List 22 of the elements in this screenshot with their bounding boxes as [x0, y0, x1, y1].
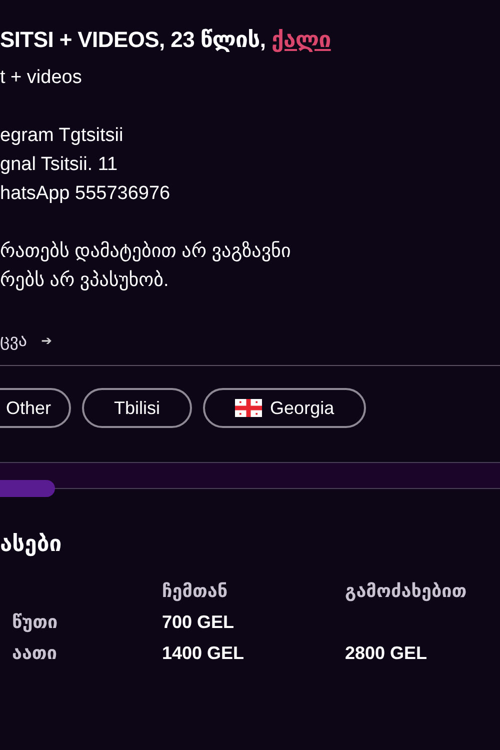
- gender-link[interactable]: ქალი: [271, 27, 331, 52]
- description-line: t + videos: [0, 66, 83, 90]
- description-line: რებს არ ვპასუხობ.: [0, 269, 170, 293]
- description-line: gnal Tsitsii. 11: [0, 153, 119, 177]
- tag-chip[interactable]: Other: [0, 388, 72, 428]
- price-cell-text: 1400 GEL: [162, 643, 246, 664]
- description-line: egram Tgtsitsii: [0, 124, 124, 148]
- more-link[interactable]: ცვა: [0, 331, 28, 351]
- column-header: გამოძახებით: [345, 581, 468, 602]
- row-label: წუთი: [11, 612, 59, 633]
- tag-chip[interactable]: Georgia: [203, 388, 366, 428]
- tag-chip[interactable]: Tbilisi: [82, 388, 192, 428]
- price-cell-text: 2800 GEL: [345, 643, 428, 664]
- flag-icon: [235, 399, 262, 417]
- description-line: რათებს დამატებით არ ვაგზავნი: [0, 240, 292, 264]
- description-line: hatsApp 555736976: [0, 182, 172, 206]
- row-label: აათი: [11, 643, 58, 664]
- profile-title: SITSI + VIDEOS, 23 წლის, ქალი: [0, 27, 332, 53]
- price-cell-text: 700 GEL: [162, 612, 236, 633]
- column-header: ჩემთან: [162, 581, 229, 602]
- arrow-icon: ➔: [41, 333, 52, 349]
- rates-heading: ასები: [0, 531, 63, 557]
